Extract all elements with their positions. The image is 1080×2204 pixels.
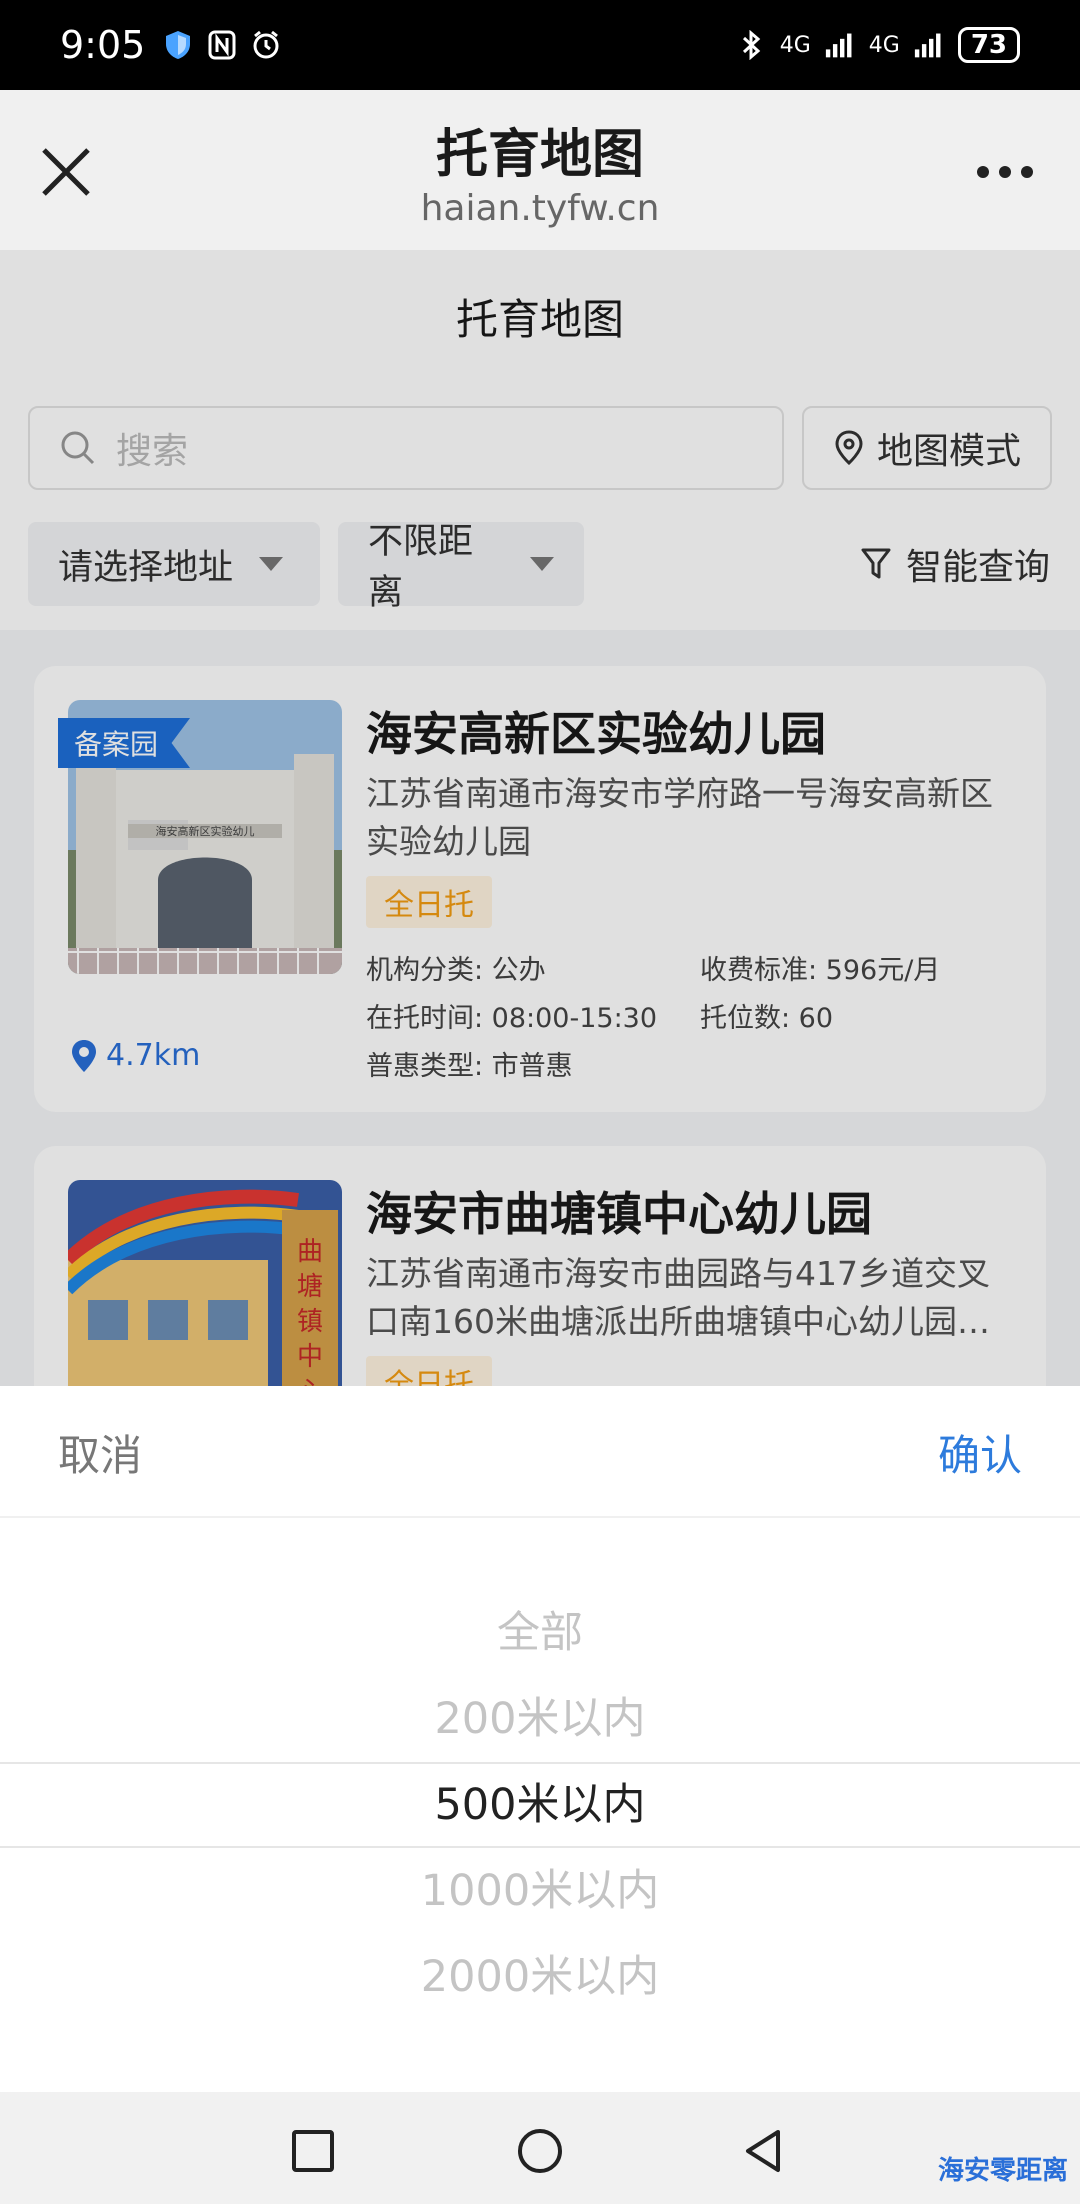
signal-icon-2 bbox=[914, 30, 944, 60]
confirm-button[interactable]: 确认 bbox=[938, 1422, 1022, 1483]
watermark: 海安零距离 bbox=[937, 2156, 1068, 2186]
signal-label-1: 4G bbox=[779, 32, 811, 58]
picker-option-selected[interactable]: 500米以内 bbox=[0, 1770, 1080, 1832]
triangle-back-icon bbox=[746, 2130, 780, 2172]
selection-divider bbox=[0, 1846, 1080, 1848]
alarm-icon bbox=[251, 30, 281, 60]
circle-icon bbox=[518, 2129, 562, 2173]
window-title: 托育地图 bbox=[435, 125, 644, 185]
signal-icon bbox=[825, 30, 855, 60]
more-dot bbox=[977, 166, 989, 178]
picker-header: 取消 确认 bbox=[0, 1386, 1080, 1518]
picker-option[interactable]: 200米以内 bbox=[0, 1684, 1080, 1746]
square-icon bbox=[292, 2130, 334, 2172]
distance-picker-sheet: 取消 确认 全部 200米以内 500米以内 1000米以内 2000米以内 bbox=[0, 1386, 1080, 2092]
back-button[interactable] bbox=[738, 2126, 788, 2176]
window-url: haian.tyfw.cn bbox=[420, 188, 660, 229]
picker-option[interactable]: 1000米以内 bbox=[0, 1856, 1080, 1918]
home-button[interactable] bbox=[515, 2126, 565, 2176]
more-options-button[interactable] bbox=[970, 154, 1040, 190]
recents-button[interactable] bbox=[288, 2126, 338, 2176]
more-dot bbox=[999, 166, 1011, 178]
modal-backdrop[interactable] bbox=[0, 250, 1080, 1386]
picker-option[interactable]: 全部 bbox=[0, 1598, 1080, 1660]
browser-title-bar: 托育地图 haian.tyfw.cn bbox=[0, 90, 1080, 250]
battery-indicator: 73 bbox=[957, 27, 1020, 63]
selection-divider bbox=[0, 1762, 1080, 1764]
shield-icon bbox=[163, 30, 193, 60]
status-bar: 9:05 4G 4G 73 bbox=[0, 0, 1080, 90]
picker-option[interactable]: 2000米以内 bbox=[0, 1942, 1080, 2004]
signal-label-2: 4G bbox=[868, 32, 900, 58]
cancel-button[interactable]: 取消 bbox=[58, 1422, 142, 1483]
nfc-icon bbox=[207, 30, 237, 60]
status-left-icons bbox=[163, 30, 281, 60]
status-time: 9:05 bbox=[60, 23, 146, 67]
system-nav-bar bbox=[0, 2092, 1080, 2204]
status-right-icons: 4G 4G 73 bbox=[736, 27, 1020, 63]
bluetooth-icon bbox=[736, 30, 766, 60]
more-dot bbox=[1021, 166, 1033, 178]
